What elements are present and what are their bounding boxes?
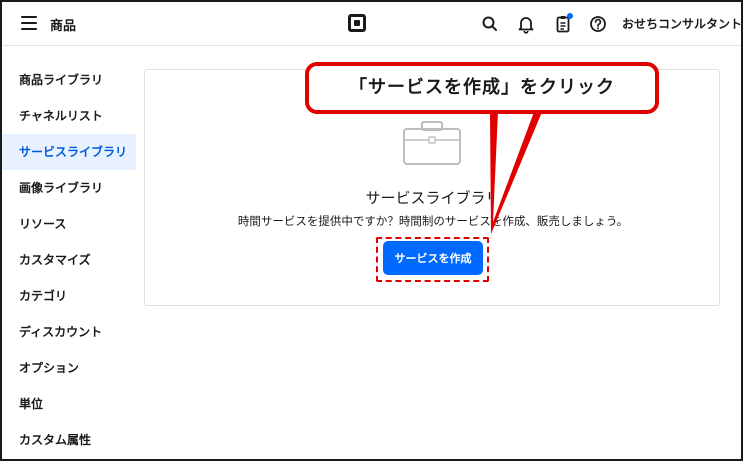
square-logo-icon[interactable]: [348, 14, 366, 32]
empty-state-title: サービスライブラリ: [365, 189, 501, 207]
callout-bubble: 「サービスを作成」をクリック: [305, 62, 659, 114]
notification-dot: [567, 13, 573, 19]
callout-text: 「サービスを作成」をクリック: [349, 77, 615, 98]
sidebar-item-custom-attributes[interactable]: カスタム属性: [2, 422, 136, 458]
sidebar-item-channel-list[interactable]: チャネルリスト: [2, 98, 136, 134]
sidebar-item-customize[interactable]: カスタマイズ: [2, 242, 136, 278]
bell-icon[interactable]: [516, 14, 536, 34]
empty-state-description: 時間サービスを提供中ですか？時間制のサービスを作成、販売しましょう。: [237, 214, 629, 228]
sidebar-item-discounts[interactable]: ディスカウント: [2, 314, 136, 350]
sidebar-item-categories[interactable]: カテゴリ: [2, 278, 136, 314]
page-title: 商品: [50, 19, 77, 34]
top-bar: 商品 おせちコンサルタント: [2, 2, 741, 46]
account-menu[interactable]: おせちコンサルタント: [622, 15, 741, 32]
app-window: 商品 おせちコンサルタント 商品ライブラリ チャネルリスト サービスライブラリ …: [0, 0, 743, 461]
sidebar-item-image-library[interactable]: 画像ライブラリ: [2, 170, 136, 206]
sidebar-nav: 商品ライブラリ チャネルリスト サービスライブラリ 画像ライブラリ リソース カ…: [2, 62, 136, 458]
highlight-dashed-box: [376, 237, 489, 282]
search-icon[interactable]: [480, 14, 500, 34]
help-icon[interactable]: [588, 14, 608, 34]
menu-icon[interactable]: [21, 16, 37, 30]
sidebar-item-service-library[interactable]: サービスライブラリ: [2, 134, 136, 170]
sidebar-item-units[interactable]: 単位: [2, 386, 136, 422]
sidebar-item-options[interactable]: オプション: [2, 350, 136, 386]
sidebar-item-resources[interactable]: リソース: [2, 206, 136, 242]
briefcase-icon: [402, 120, 462, 166]
clipboard-icon[interactable]: [553, 13, 573, 34]
sidebar-item-item-library[interactable]: 商品ライブラリ: [2, 62, 136, 98]
